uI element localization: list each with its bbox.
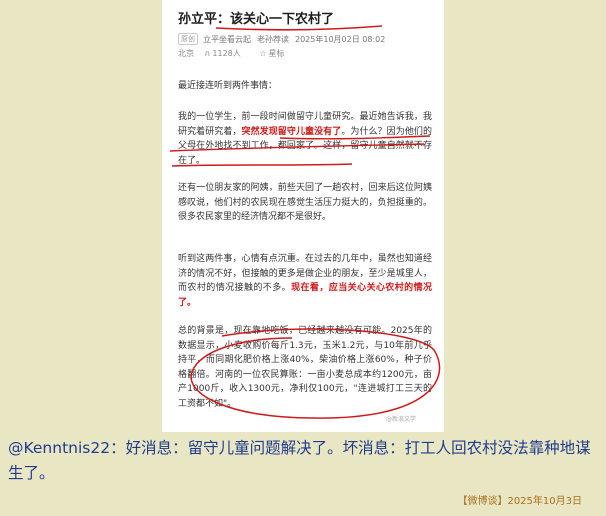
account-name[interactable]: 立平坐看云起	[203, 34, 251, 45]
headphone-icon: ∩	[204, 49, 211, 58]
paragraph-background: 总的背景是，现在靠地吃饭，已经越来越没有可能。2025年的数据显示，小麦收购价每…	[178, 326, 432, 409]
star-icon: ☆	[259, 49, 267, 58]
watermark-text: @新浪文学	[386, 416, 417, 423]
paragraph-aunt: 还有一位朋友家的阿姨，前些天回了一趟农村，回来后这位阿姨感叹说，他们村的农民现在…	[178, 183, 432, 222]
paragraph-feeling: 听到这两件事，心情有点沉重。在过去的几年中，虽然也知道经济的情况不好，但接触的更…	[178, 254, 432, 308]
original-tag: 原创	[178, 33, 198, 45]
paragraph-intro: 最近接连听到两件事情：	[178, 81, 278, 91]
screenshot-frame: 孙立平：该关心一下农村了 原创 立平坐看云起 老孙荐读 2025年10月02日 …	[0, 0, 606, 516]
publish-date: 2025年10月02日 08:02	[295, 34, 386, 44]
author-name: 老孙荐读	[257, 34, 289, 44]
location-label: 北京	[178, 49, 194, 58]
footer-source: 【微博谈】2025年10月3日	[457, 496, 582, 507]
star-button[interactable]: ☆ 星标	[259, 49, 292, 58]
article-card: 孙立平：该关心一下农村了 原创 立平坐看云起 老孙荐读 2025年10月02日 …	[162, 0, 444, 432]
readers-count: ∩ 1128人	[204, 49, 241, 58]
article-stats: 北京 ∩ 1128人 ☆ 星标	[178, 48, 300, 59]
paragraph-student: 我的一位学生，前一段时间做留守儿童研究。最近她告诉我，我研究着研究着，突然发现留…	[178, 112, 432, 166]
article-meta: 原创 立平坐看云起 老孙荐读 2025年10月02日 08:02	[178, 33, 391, 45]
article-title: 孙立平：该关心一下农村了	[178, 12, 335, 27]
highlight-text: 突然发现留守儿童没有了	[241, 126, 342, 137]
weibo-caption: @Kenntnis22：好消息：留守儿童问题解决了。坏消息：打工人回农村没法靠种…	[8, 439, 591, 482]
